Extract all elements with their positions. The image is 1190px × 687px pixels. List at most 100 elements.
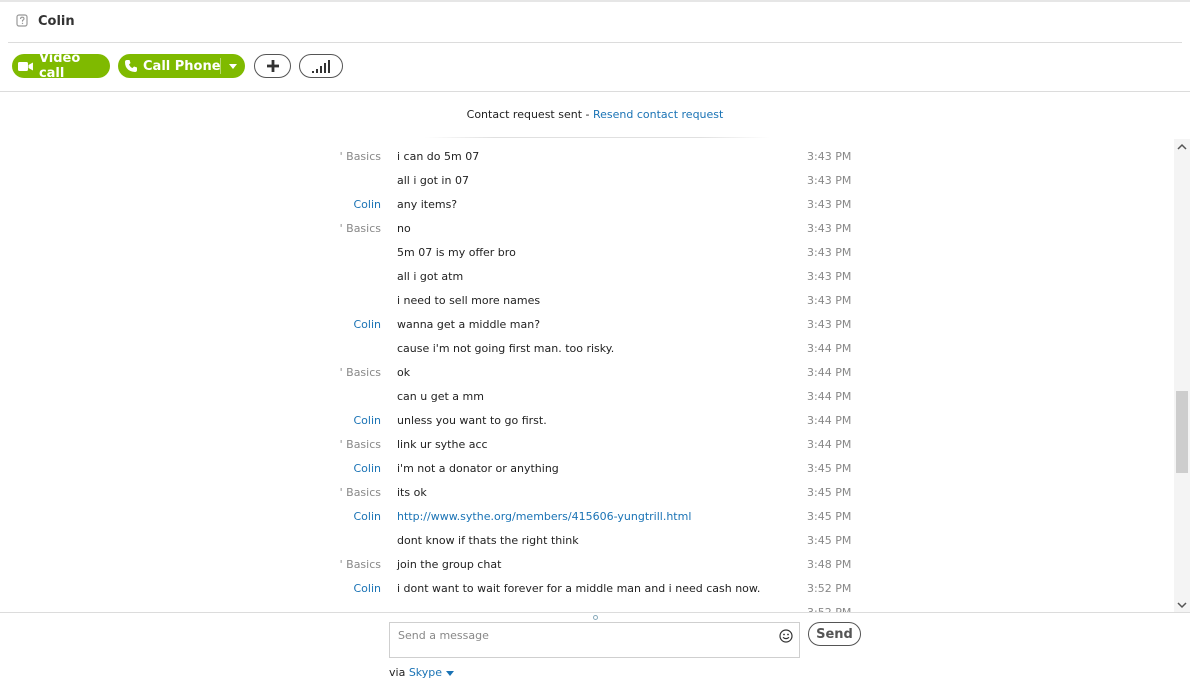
message-timestamp: 3:43 PM <box>807 222 852 235</box>
message-timestamp: 3:43 PM <box>807 294 852 307</box>
via-selector: via Skype <box>389 666 455 679</box>
smiley-icon[interactable] <box>779 629 793 643</box>
plus-icon <box>266 60 279 72</box>
message-sender[interactable]: ' Basics <box>340 558 381 571</box>
message-row[interactable]: Colin i dont want to wait forever for a m… <box>0 576 1174 600</box>
message-sender[interactable]: Colin <box>354 462 382 475</box>
message-row[interactable]: all i got in 07 3:43 PM <box>0 168 1174 192</box>
message-row[interactable]: 5m 07 is my offer bro 3:43 PM <box>0 240 1174 264</box>
message-sender[interactable]: ' Basics <box>340 222 381 235</box>
message-text: cause i'm not going first man. too risky… <box>397 342 615 355</box>
message-timestamp: 3:44 PM <box>807 438 852 451</box>
message-timestamp: 3:43 PM <box>807 270 852 283</box>
message-text: i'm not a donator or anything <box>397 462 559 475</box>
message-row[interactable]: Colin i'm not a donator or anything 3:45 P… <box>0 456 1174 480</box>
call-phone-divider <box>220 58 221 74</box>
message-sender[interactable]: ' Basics <box>340 366 381 379</box>
message-text: unless you want to go first. <box>397 414 547 427</box>
message-sender[interactable]: ' Basics <box>340 150 381 163</box>
resend-contact-request-link[interactable]: Resend contact request <box>593 108 723 121</box>
video-call-label: Video call <box>38 51 81 81</box>
video-call-button[interactable]: Video call <box>12 51 110 81</box>
message-row[interactable]: ' Basics its ok 3:45 PM <box>0 480 1174 504</box>
message-sender[interactable]: Colin <box>354 318 382 331</box>
message-text: all i got atm <box>397 270 464 283</box>
message-timestamp: 3:45 PM <box>807 534 852 547</box>
message-timestamp: 3:44 PM <box>807 342 852 355</box>
message-text: its ok <box>397 486 427 499</box>
message-row[interactable]: dont know if thats the right think 3:45 P… <box>0 528 1174 552</box>
message-timestamp: 3:44 PM <box>807 390 852 403</box>
message-row[interactable]: Colin unless you want to go first. 3:44 PM <box>0 408 1174 432</box>
message-sender[interactable]: Colin <box>354 414 382 427</box>
message-sender[interactable]: Colin <box>354 198 382 211</box>
message-timestamp: 3:44 PM <box>807 366 852 379</box>
message-timestamp: 3:43 PM <box>807 174 852 187</box>
via-skype-link[interactable]: Skype <box>409 666 442 679</box>
message-link[interactable]: http://www.sythe.org/members/415606-yung… <box>397 510 691 523</box>
contact-name[interactable]: Colin <box>38 14 75 29</box>
contact-request-notice: Contact request sent - Resend contact re… <box>0 108 1190 121</box>
message-sender[interactable]: ' Basics <box>340 438 381 451</box>
message-timestamp: 3:43 PM <box>807 318 852 331</box>
message-row[interactable]: ' Basics i can do 5m 07 3:43 PM <box>0 144 1174 168</box>
message-text: wanna get a middle man? <box>397 318 541 331</box>
message-timestamp: 3:43 PM <box>807 246 852 259</box>
message-row[interactable]: 3:52 PM <box>0 600 1174 612</box>
message-text: link ur sythe acc <box>397 438 488 451</box>
chevron-down-icon[interactable] <box>229 64 237 69</box>
add-participant-button[interactable] <box>254 54 291 78</box>
contact-request-text: Contact request sent - <box>466 108 593 121</box>
via-label: via <box>389 666 409 679</box>
scroll-down-arrow-icon[interactable] <box>1174 597 1190 613</box>
message-text: 5m 07 is my offer bro <box>397 246 516 259</box>
message-timestamp: 3:45 PM <box>807 510 852 523</box>
message-row[interactable]: i need to sell more names 3:43 PM <box>0 288 1174 312</box>
message-input[interactable]: Send a message <box>389 622 800 658</box>
call-quality-button[interactable] <box>299 54 343 78</box>
message-row[interactable]: ' Basics join the group chat 3:48 PM <box>0 552 1174 576</box>
message-text: i dont want to wait forever for a middle… <box>397 582 761 595</box>
conversation-header: Colin <box>0 2 1190 42</box>
message-timestamp: 3:43 PM <box>807 150 852 163</box>
message-row[interactable]: cause i'm not going first man. too risky… <box>0 336 1174 360</box>
signal-bars-icon <box>312 59 330 73</box>
message-row[interactable]: can u get a mm 3:44 PM <box>0 384 1174 408</box>
scroll-up-arrow-icon[interactable] <box>1174 139 1190 155</box>
message-text: ok <box>397 366 411 379</box>
toolbar-divider <box>0 91 1190 92</box>
message-timestamp: 3:43 PM <box>807 198 852 211</box>
message-text: can u get a mm <box>397 390 484 403</box>
vertical-scrollbar[interactable] <box>1174 139 1190 613</box>
message-timestamp: 3:52 PM <box>807 582 852 595</box>
message-text: all i got in 07 <box>397 174 469 187</box>
message-timestamp: 3:45 PM <box>807 486 852 499</box>
message-row[interactable]: ' Basics ok 3:44 PM <box>0 360 1174 384</box>
notice-divider <box>425 137 770 138</box>
message-sender[interactable]: Colin <box>354 582 382 595</box>
call-phone-label: Call Phone <box>143 58 221 74</box>
chevron-down-icon[interactable] <box>446 670 455 676</box>
message-text: no <box>397 222 411 235</box>
message-row[interactable]: Colin any items? 3:43 PM <box>0 192 1174 216</box>
message-row[interactable]: Colin wanna get a middle man? 3:43 PM <box>0 312 1174 336</box>
typing-indicator <box>593 615 598 620</box>
composer-divider <box>0 612 1190 613</box>
message-text: dont know if thats the right think <box>397 534 579 547</box>
call-toolbar: Video call Call Phone <box>0 51 1190 81</box>
video-camera-icon <box>18 61 33 71</box>
message-sender[interactable]: ' Basics <box>340 486 381 499</box>
message-row[interactable]: all i got atm 3:43 PM <box>0 264 1174 288</box>
call-phone-button[interactable]: Call Phone <box>118 54 245 78</box>
message-row[interactable]: Colin http://www.sythe.org/members/415606… <box>0 504 1174 528</box>
scrollbar-thumb[interactable] <box>1176 391 1188 473</box>
header-divider <box>8 42 1182 43</box>
message-row[interactable]: ' Basics no 3:43 PM <box>0 216 1174 240</box>
send-button[interactable]: Send <box>808 622 861 646</box>
message-row[interactable]: ' Basics link ur sythe acc 3:44 PM <box>0 432 1174 456</box>
message-input-placeholder: Send a message <box>398 629 489 642</box>
message-text: any items? <box>397 198 458 211</box>
message-timestamp: 3:44 PM <box>807 414 852 427</box>
message-sender[interactable]: Colin <box>354 510 382 523</box>
message-list[interactable]: ' Basics i can do 5m 07 3:43 PM all i got i… <box>0 144 1174 612</box>
